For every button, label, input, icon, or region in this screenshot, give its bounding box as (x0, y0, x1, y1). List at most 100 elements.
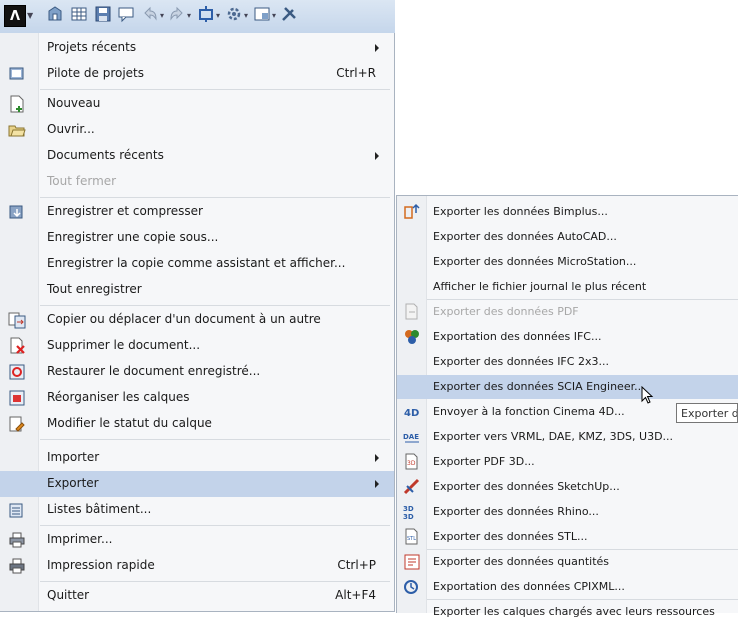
menu-item-nouveau[interactable]: Nouveau (0, 91, 394, 117)
menu-item-imprimer[interactable]: Imprimer... (0, 527, 394, 553)
tooltip-text: Exporter d (681, 407, 738, 420)
submenu-item-label: Exporter des données SketchUp... (433, 480, 620, 493)
printer-icon (8, 531, 26, 549)
menu-item-label: Enregistrer la copie comme assistant et … (47, 256, 346, 270)
menu-item-reorganiser-calques[interactable]: Réorganiser les calques (0, 385, 394, 411)
svg-text:STL: STL (407, 536, 416, 542)
redo-dropdown-icon[interactable]: ▾ (187, 5, 191, 25)
redo-icon[interactable] (168, 5, 186, 23)
layer-status-icon (8, 415, 26, 433)
submenu-item-ifc[interactable]: Exportation des données IFC... (397, 325, 738, 349)
pdf-export-icon (403, 303, 421, 321)
svg-text:3D: 3D (403, 505, 414, 513)
submenu-item-label: Exporter les données Bimplus... (433, 205, 608, 218)
ifc-export-icon (403, 328, 421, 346)
submenu-item-autocad[interactable]: Exporter des données AutoCAD... (397, 225, 738, 249)
menu-item-label: Exporter (47, 476, 99, 490)
menu-separator (40, 525, 390, 526)
menu-item-copier-deplacer[interactable]: Copier ou déplacer d'un document à un au… (0, 307, 394, 333)
menu-item-label: Importer (47, 450, 100, 464)
svg-text:DAE: DAE (403, 433, 419, 441)
menu-item-label: Impression rapide (47, 558, 155, 572)
menu-item-enregistrer-copie[interactable]: Enregistrer une copie sous... (0, 225, 394, 251)
layout-icon[interactable] (253, 5, 271, 23)
menu-item-exporter[interactable]: Exporter (0, 471, 394, 497)
menu-item-label: Projets récents (47, 40, 137, 54)
menu-separator (40, 197, 390, 198)
app-menu-dropdown-icon[interactable]: ▼ (27, 5, 33, 25)
menu-item-listes-batiment[interactable]: Listes bâtiment... (0, 497, 394, 523)
file-menu: Projets récents Pilote de projets Ctrl+R… (0, 33, 395, 612)
menu-item-label: Imprimer... (47, 532, 113, 546)
svg-text:4D: 4D (404, 408, 419, 419)
menu-item-ouvrir[interactable]: Ouvrir... (0, 117, 394, 143)
menu-item-restaurer-document[interactable]: Restaurer le document enregistré... (0, 359, 394, 385)
submenu-item-rhino[interactable]: 3D 3D Exporter des données Rhino... (397, 500, 738, 524)
layout-dropdown-icon[interactable]: ▾ (272, 5, 276, 25)
shortcut-label: Alt+F4 (335, 588, 376, 602)
menu-item-supprimer-document[interactable]: Supprimer le document... (0, 333, 394, 359)
submenu-item-label: Exporter des données IFC 2x3... (433, 355, 609, 368)
open-folder-icon (8, 121, 26, 139)
submenu-item-cpixml[interactable]: Exportation des données CPIXML... (397, 575, 738, 599)
menu-item-pilote-de-projets[interactable]: Pilote de projets Ctrl+R (0, 61, 394, 87)
building-icon[interactable] (46, 5, 64, 23)
save-compress-icon (8, 203, 26, 221)
submenu-item-scia-engineer[interactable]: Exporter des données SCIA Engineer... (397, 375, 738, 399)
speech-icon[interactable] (117, 5, 135, 23)
tooltip: Exporter d (676, 403, 738, 423)
menu-separator (40, 305, 390, 306)
menu-item-documents-recents[interactable]: Documents récents (0, 143, 394, 169)
menu-item-quitter[interactable]: Quitter Alt+F4 (0, 583, 394, 609)
menu-item-label: Enregistrer et compresser (47, 204, 203, 218)
submenu-arrow-icon (375, 44, 379, 52)
copy-move-icon (8, 311, 26, 329)
menu-item-impression-rapide[interactable]: Impression rapide Ctrl+P (0, 553, 394, 579)
menu-item-tout-enregistrer[interactable]: Tout enregistrer (0, 277, 394, 303)
submenu-item-sketchup[interactable]: Exporter des données SketchUp... (397, 475, 738, 499)
menu-item-label: Pilote de projets (47, 66, 145, 80)
submenu-item-journal[interactable]: Afficher le fichier journal le plus réce… (397, 275, 738, 299)
move-icon[interactable] (197, 5, 215, 23)
submenu-item-ifc-2x3[interactable]: Exporter des données IFC 2x3... (397, 350, 738, 374)
submenu-item-microstation[interactable]: Exporter des données MicroStation... (397, 250, 738, 274)
menu-item-label: Ouvrir... (47, 122, 95, 136)
submenu-arrow-icon (375, 454, 379, 462)
grid-icon[interactable] (70, 5, 88, 23)
undo-icon[interactable] (141, 5, 159, 23)
submenu-item-label: Exporter des données AutoCAD... (433, 230, 617, 243)
vrml-dae-icon: DAE (403, 428, 421, 446)
mouse-cursor-icon (641, 386, 654, 404)
submenu-item-label: Exporter des données SCIA Engineer... (433, 380, 645, 393)
menu-item-label: Copier ou déplacer d'un document à un au… (47, 312, 321, 326)
submenu-item-stl[interactable]: STL Exporter des données STL... (397, 525, 738, 549)
menu-item-projets-recents[interactable]: Projets récents (0, 35, 394, 61)
submenu-item-quantites[interactable]: Exporter des données quantités (397, 550, 738, 574)
save-icon[interactable] (94, 5, 112, 23)
undo-dropdown-icon[interactable]: ▾ (160, 5, 164, 25)
menu-item-label: Tout enregistrer (47, 282, 142, 296)
menu-item-importer[interactable]: Importer (0, 445, 394, 471)
submenu-item-calques-ressources[interactable]: Exporter les calques chargés avec leurs … (397, 600, 738, 624)
quick-print-icon (8, 557, 26, 575)
tools-icon[interactable] (280, 5, 298, 23)
menu-item-modifier-statut-calque[interactable]: Modifier le statut du calque (0, 411, 394, 437)
menu-item-enregistrer-assistant[interactable]: Enregistrer la copie comme assistant et … (0, 251, 394, 277)
svg-text:3D: 3D (403, 513, 414, 521)
submenu-arrow-icon (375, 480, 379, 488)
submenu-item-label: Exporter des données Rhino... (433, 505, 599, 518)
svg-text:3D: 3D (407, 460, 416, 467)
building-lists-icon (8, 501, 26, 519)
submenu-item-label: Exporter des données quantités (433, 555, 610, 568)
settings-dropdown-icon[interactable]: ▾ (244, 5, 248, 25)
submenu-item-pdf-3d[interactable]: 3D Exporter PDF 3D... (397, 450, 738, 474)
submenu-item-bimplus[interactable]: Exporter les données Bimplus... (397, 200, 738, 224)
submenu-item-label: Afficher le fichier journal le plus réce… (433, 280, 647, 293)
menu-item-label: Listes bâtiment... (47, 502, 152, 516)
menu-item-enregistrer-et-compresser[interactable]: Enregistrer et compresser (0, 199, 394, 225)
bimplus-export-icon (403, 203, 421, 221)
move-dropdown-icon[interactable]: ▾ (216, 5, 220, 25)
submenu-item-vrml[interactable]: DAE Exporter vers VRML, DAE, KMZ, 3DS, U… (397, 425, 738, 449)
settings-icon[interactable] (225, 5, 243, 23)
application-menu-button[interactable]: Λ (4, 5, 26, 27)
